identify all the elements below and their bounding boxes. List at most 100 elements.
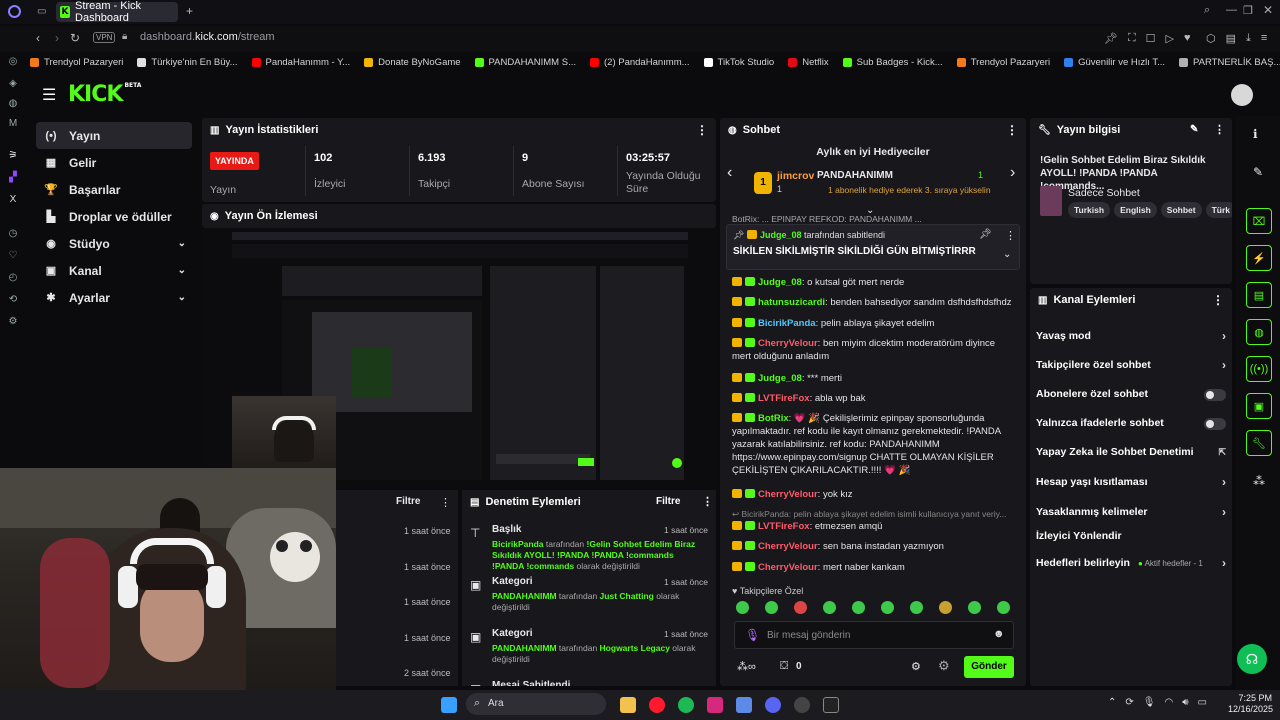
wifi-icon[interactable]: ◠ bbox=[1164, 697, 1173, 708]
pencil-icon[interactable]: ✎ bbox=[1253, 165, 1263, 179]
new-tab-icon[interactable]: + bbox=[186, 4, 193, 18]
rail-aria-icon[interactable]: ◎ bbox=[7, 56, 19, 68]
volume-icon[interactable]: 🔊︎ bbox=[1182, 697, 1188, 708]
rail-settings-icon[interactable]: ⚙ bbox=[7, 316, 19, 328]
bookmark-item[interactable]: Türkiye'nin En Büy... bbox=[137, 57, 238, 68]
taskbar-search[interactable]: ⌕ Ara bbox=[466, 693, 606, 715]
send-button[interactable]: Gönder bbox=[964, 656, 1014, 678]
gifters-next-icon[interactable]: › bbox=[1010, 164, 1015, 182]
tag-chip[interactable]: Turkish bbox=[1068, 202, 1111, 218]
boost-tool-icon[interactable]: ⚡ bbox=[1246, 245, 1272, 271]
bookmark-item[interactable]: Trendyol Pazaryeri bbox=[30, 57, 123, 68]
chat-message[interactable]: Judge_08: o kutsal göt mert nerde bbox=[732, 276, 1014, 289]
emote-7[interactable] bbox=[910, 601, 923, 614]
chat-message[interactable]: LVTFireFox: abla wp bak bbox=[732, 392, 1014, 405]
nav-item-5[interactable]: ▣ Kanal ⌄ bbox=[36, 257, 192, 284]
chat-message[interactable]: CherryVelour: mert naber kankam bbox=[732, 561, 1014, 574]
tray-overflow-icon[interactable]: ⌃ bbox=[1108, 697, 1116, 708]
tray-mic-icon[interactable]: 🎙︎ bbox=[1143, 697, 1156, 708]
activity-filter-button[interactable]: Filtre bbox=[396, 496, 420, 507]
emote-3[interactable] bbox=[794, 601, 807, 614]
category-thumbnail[interactable] bbox=[1040, 186, 1062, 216]
tag-chip[interactable]: Sohbet bbox=[1160, 202, 1202, 218]
user-avatar[interactable] bbox=[1231, 84, 1253, 106]
maximize-icon[interactable]: ❐ bbox=[1243, 4, 1253, 17]
file-explorer-icon[interactable] bbox=[620, 697, 636, 713]
bookmark-item[interactable]: (2) PandaHanımm... bbox=[590, 57, 690, 68]
slow-mode-item[interactable]: Yavaş mod › bbox=[1036, 329, 1226, 343]
wrench-tool-icon[interactable]: 🔧︎ bbox=[1246, 430, 1272, 456]
bookmark-item[interactable]: Donate ByNoGame bbox=[364, 57, 461, 68]
emotes-chat-toggle[interactable] bbox=[1204, 418, 1226, 430]
start-icon[interactable] bbox=[441, 697, 457, 713]
pinned-expand-icon[interactable]: ⌄ bbox=[1003, 249, 1011, 260]
epic-games-icon[interactable] bbox=[823, 697, 839, 713]
player-icon[interactable]: ▷ bbox=[1166, 32, 1174, 45]
stream-info-menu-icon[interactable]: ⋮ bbox=[1214, 123, 1225, 136]
reload-icon[interactable]: ↻ bbox=[70, 31, 80, 45]
download-icon[interactable]: ⤓ bbox=[1246, 32, 1251, 45]
chevron-down-icon[interactable]: ⌄ bbox=[178, 265, 186, 276]
stats-menu-icon[interactable]: ⋮ bbox=[696, 123, 708, 137]
mic-icon[interactable]: 🎙︎ bbox=[745, 628, 760, 642]
taskbar-clock[interactable]: 7:25 PM 12/16/2025 bbox=[1228, 693, 1273, 715]
chat-settings-icon[interactable]: ⚙ bbox=[911, 660, 921, 673]
goals-item[interactable]: Hedefleri belirleyin ● Aktif hedefler - 1… bbox=[1036, 556, 1226, 570]
gifter2-name[interactable]: PANDAHANIMM bbox=[817, 170, 893, 181]
opera-logo-icon[interactable] bbox=[8, 5, 21, 18]
hamburger-menu-icon[interactable]: ☰ bbox=[42, 85, 56, 105]
bookmark-item[interactable]: PANDAHANIMM S... bbox=[474, 57, 576, 68]
rail-share-icon[interactable]: ⟲ bbox=[7, 294, 19, 306]
clip-tool-icon[interactable]: ⌧ bbox=[1246, 208, 1272, 234]
chat-message[interactable]: BotRix: 💗 🎉 Çekilişlerimiz epinpay spons… bbox=[732, 412, 1014, 477]
forward-icon[interactable]: › bbox=[55, 31, 59, 45]
moderation-filter-button[interactable]: Filtre bbox=[656, 496, 680, 507]
vpn-badge[interactable]: VPN bbox=[93, 32, 116, 43]
nav-item-6[interactable]: ✱ Ayarlar ⌄ bbox=[36, 284, 192, 311]
activity-menu-icon[interactable]: ⋮ bbox=[440, 496, 451, 509]
moderation-menu-icon[interactable]: ⋮ bbox=[702, 495, 713, 508]
opera-taskbar-icon[interactable] bbox=[649, 697, 665, 713]
emote-9[interactable] bbox=[968, 601, 981, 614]
emoji-picker-icon[interactable]: ☻ bbox=[993, 628, 1005, 640]
ai-moderation-item[interactable]: Yapay Zeka ile Sohbet Denetimi ⇱ bbox=[1036, 446, 1226, 458]
notes-tool-icon[interactable]: ▤ bbox=[1246, 282, 1272, 308]
rail-clock-icon[interactable]: ◴ bbox=[7, 272, 19, 284]
bookmark-item[interactable]: Netflix bbox=[788, 57, 829, 68]
tag-chip[interactable]: Türk bbox=[1205, 202, 1232, 218]
chat-tools-icon[interactable]: ⚙ bbox=[938, 658, 950, 674]
unpin-icon[interactable]: 📌︎ bbox=[979, 229, 992, 240]
chat-message[interactable]: CherryVelour: sen bana instadan yazmıyon bbox=[732, 540, 1014, 553]
extensions-icon[interactable]: ⬡ bbox=[1206, 32, 1216, 45]
gifter1-name[interactable]: jimcrov bbox=[777, 170, 814, 182]
gifters-prev-icon[interactable]: ‹ bbox=[727, 164, 732, 182]
chat-tool-icon[interactable]: ◍ bbox=[1246, 319, 1272, 345]
rail-messenger-icon[interactable]: ◍ bbox=[7, 98, 19, 110]
followers-chat-item[interactable]: Takipçilere özel sohbet › bbox=[1036, 358, 1226, 372]
bookmark-item[interactable]: Trendyol Pazaryeri bbox=[956, 57, 1050, 68]
rail-mail-icon[interactable]: M bbox=[7, 118, 19, 130]
chat-menu-icon[interactable]: ⋮ bbox=[1006, 123, 1018, 137]
search-tabs-icon[interactable]: ⌕ bbox=[1204, 4, 1210, 17]
chat-message[interactable]: hatunsuzicardi: benden bahsediyor sandım… bbox=[732, 296, 1014, 309]
emote-2[interactable] bbox=[765, 601, 778, 614]
instagram-icon[interactable] bbox=[707, 697, 723, 713]
obs-icon[interactable] bbox=[794, 697, 810, 713]
chevron-down-icon[interactable]: ⌄ bbox=[178, 238, 186, 249]
broadcast-tool-icon[interactable]: ((•)) bbox=[1246, 356, 1272, 382]
emote-1[interactable] bbox=[736, 601, 749, 614]
url-field[interactable]: dashboard.kick.com/stream bbox=[140, 31, 275, 43]
chat-input[interactable]: 🎙︎ Bir mesaj gönderin ☻ bbox=[734, 621, 1014, 649]
emote-6[interactable] bbox=[881, 601, 894, 614]
emote-4[interactable] bbox=[823, 601, 836, 614]
channel-actions-menu-icon[interactable]: ⋮ bbox=[1212, 293, 1224, 307]
emote-5[interactable] bbox=[852, 601, 865, 614]
close-window-icon[interactable]: ✕ bbox=[1263, 3, 1273, 17]
chat-message[interactable]: LVTFireFox: etmezsen amqü bbox=[732, 520, 1014, 533]
nav-item-2[interactable]: 🏆 Başarılar bbox=[36, 176, 192, 203]
subs-chat-toggle[interactable] bbox=[1204, 389, 1226, 401]
rail-x-icon[interactable]: X bbox=[7, 194, 19, 206]
support-chat-icon[interactable]: ☊ bbox=[1237, 644, 1267, 674]
chevron-down-icon[interactable]: ⌄ bbox=[178, 292, 186, 303]
pin-icon[interactable]: 📌︎ bbox=[1104, 32, 1118, 45]
